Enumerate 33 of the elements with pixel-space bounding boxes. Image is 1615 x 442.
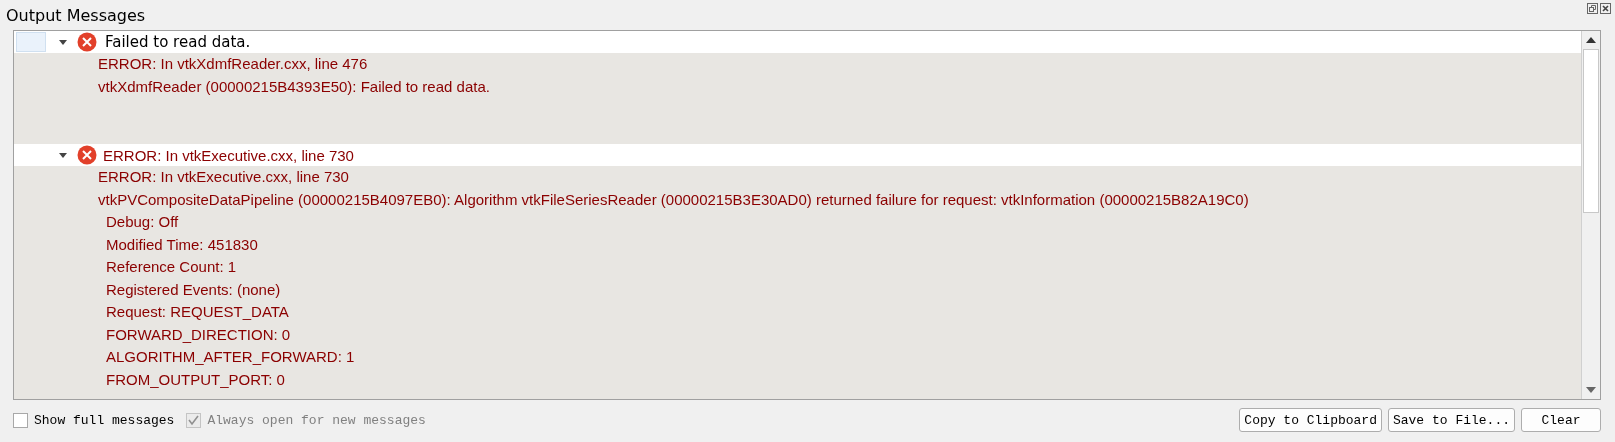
message-row[interactable]: Failed to read data.: [14, 31, 1581, 53]
message-line: vtkXdmfReader (00000215B4393E50): Failed to read data.: [98, 76, 490, 97]
checkbox-label: Always open for new messages: [207, 412, 426, 428]
message-line: FROM_OUTPUT_PORT: 0: [106, 369, 285, 390]
message-line: ERROR: In vtkExecutive.cxx, line 730: [98, 167, 349, 187]
message-line: Registered Events: (none): [106, 279, 281, 300]
scrollbar[interactable]: [1581, 31, 1600, 399]
scroll-up-icon[interactable]: [1586, 37, 1596, 43]
message-line: Modified Time: 451830: [106, 234, 258, 255]
error-icon: [77, 145, 97, 165]
message-title: Failed to read data.: [105, 33, 251, 51]
clear-button[interactable]: Clear: [1521, 408, 1601, 432]
caret-icon[interactable]: [58, 150, 68, 160]
float-icon[interactable]: [1587, 3, 1598, 14]
checkbox[interactable]: [13, 412, 28, 428]
close-icon[interactable]: [1600, 3, 1611, 14]
message-line: Debug: Off: [106, 212, 179, 232]
copy-button[interactable]: Copy to Clipboard: [1239, 408, 1382, 432]
panel-title: Output Messages: [6, 5, 146, 25]
message-line: vtkPVCompositeDataPipeline (00000215B4097EB0): Algorithm vtkFileSeriesReader (00000215B3E30AD0) returned failure for request: vtkInformation (00000215B82A19C0): [98, 189, 1249, 210]
message-title: ERROR: In vtkExecutive.cxx, line 730: [103, 146, 354, 164]
save-button[interactable]: Save to File...: [1387, 408, 1515, 432]
message-line: Reference Count: 1: [106, 257, 237, 277]
caret-icon[interactable]: [58, 37, 68, 47]
selection-marker: [16, 32, 46, 52]
message-line: FORWARD_DIRECTION: 0: [106, 324, 291, 345]
checkbox-label: Show full messages: [34, 412, 175, 428]
error-icon: [77, 32, 97, 52]
message-line: ERROR: In vtkXdmfReader.cxx, line 476: [98, 54, 368, 74]
message-row[interactable]: ERROR: In vtkExecutive.cxx, line 730: [14, 144, 1581, 166]
message-line: ALGORITHM_AFTER_FORWARD: 1: [106, 347, 355, 367]
scroll-down-icon[interactable]: [1586, 387, 1596, 393]
message-line: Request: REQUEST_DATA: [106, 302, 289, 322]
